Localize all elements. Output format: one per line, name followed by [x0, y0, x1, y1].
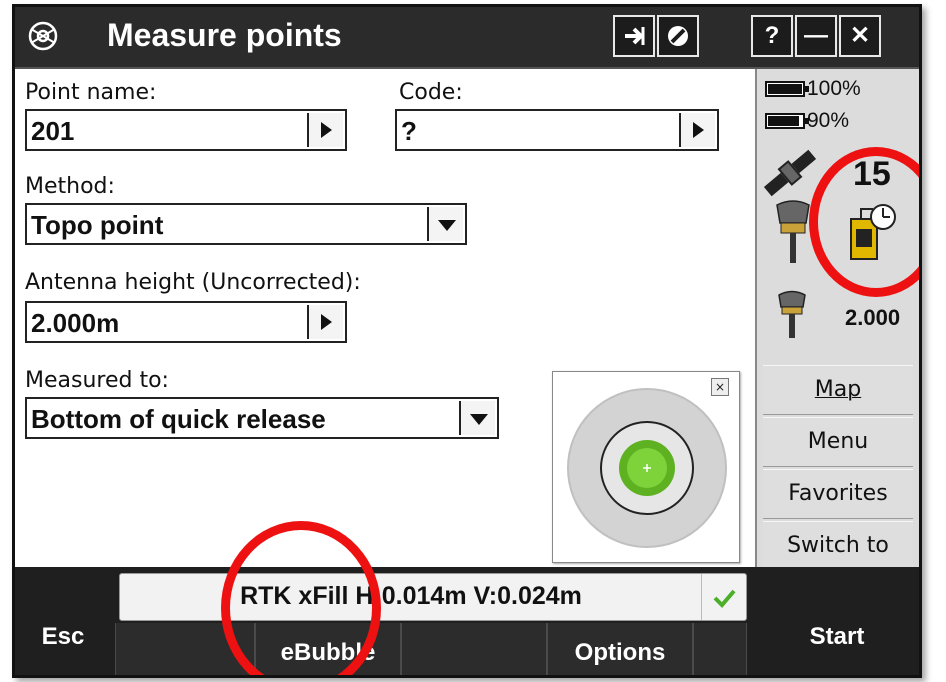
point-name-field[interactable]: 201: [25, 109, 347, 151]
menu-button[interactable]: Menu: [763, 417, 913, 467]
gnss-receiver-icon[interactable]: [775, 199, 811, 269]
code-picker-button[interactable]: [679, 113, 715, 147]
arrow-right-icon: [321, 314, 332, 330]
map-button[interactable]: Map: [763, 365, 913, 415]
softkey-blank-3: [693, 623, 747, 675]
switch-to-button-label: Switch to: [787, 533, 889, 558]
method-dropdown-button[interactable]: [427, 207, 463, 241]
arrow-right-icon: [321, 122, 332, 138]
method-label: Method:: [25, 174, 115, 199]
antenna-height-field[interactable]: 2.000m: [25, 301, 347, 343]
options-button[interactable]: Options: [547, 623, 693, 675]
switch-to-button[interactable]: Switch to: [763, 521, 913, 571]
measured-to-dropdown-button[interactable]: [459, 401, 495, 435]
login-icon[interactable]: [613, 15, 655, 57]
code-label: Code:: [399, 80, 463, 105]
method-value: Topo point: [31, 210, 164, 240]
trimble-logo-icon[interactable]: [23, 17, 63, 55]
map-button-label: Map: [814, 377, 862, 402]
status-side-panel: 100% 90% 15 2.000 Map Menu Favorites Swi…: [755, 69, 919, 571]
checkmark-icon[interactable]: [701, 574, 746, 620]
antenna-height-readout: 2.000: [845, 305, 901, 330]
chevron-down-icon: [470, 414, 488, 425]
chevron-down-icon: [438, 220, 456, 231]
close-button[interactable]: ✕: [839, 15, 881, 57]
point-name-label: Point name:: [25, 80, 157, 105]
arrow-right-icon: [693, 122, 704, 138]
antenna-height-label: Antenna height (Uncorrected):: [25, 270, 361, 295]
battery-icon: [765, 113, 809, 129]
battery-icon: [765, 81, 809, 97]
esc-button[interactable]: Esc: [15, 617, 111, 657]
code-field[interactable]: ?: [395, 109, 719, 151]
menu-button-label: Menu: [807, 429, 869, 454]
code-value: ?: [401, 116, 417, 146]
measured-to-value: Bottom of quick release: [31, 404, 326, 434]
antenna-height-picker-button[interactable]: [307, 305, 343, 339]
help-button[interactable]: ?: [751, 15, 793, 57]
measured-to-label: Measured to:: [25, 368, 169, 393]
measured-to-select[interactable]: Bottom of quick release: [25, 397, 499, 439]
ebubble-widget[interactable]: ×: [552, 371, 740, 563]
antenna-height-value: 2.000m: [31, 308, 120, 338]
antenna-icon[interactable]: [777, 289, 807, 343]
window-title: Measure points: [107, 17, 342, 53]
favorites-button[interactable]: Favorites: [763, 469, 913, 519]
point-name-picker-button[interactable]: [307, 113, 343, 147]
annotation-circle-status: [221, 521, 381, 675]
point-name-value: 201: [31, 116, 75, 146]
softkey-blank-2: [401, 623, 547, 675]
no-entry-icon[interactable]: [657, 15, 699, 57]
battery-2-level: 90%: [807, 109, 850, 132]
title-bar: Measure points ? — ✕: [15, 7, 919, 69]
ebubble-level-icon: [567, 388, 727, 548]
battery-1-level: 100%: [807, 77, 861, 100]
minimize-button[interactable]: —: [795, 15, 837, 57]
status-text: RTK xFill H:0.014m V:0.024m: [240, 582, 582, 610]
status-bar[interactable]: RTK xFill H:0.014m V:0.024m: [119, 573, 747, 621]
favorites-button-label: Favorites: [788, 481, 888, 506]
start-button[interactable]: Start: [755, 617, 919, 657]
app-window: Measure points ? — ✕ Point name: 201 Cod…: [12, 4, 922, 678]
method-select[interactable]: Topo point: [25, 203, 467, 245]
